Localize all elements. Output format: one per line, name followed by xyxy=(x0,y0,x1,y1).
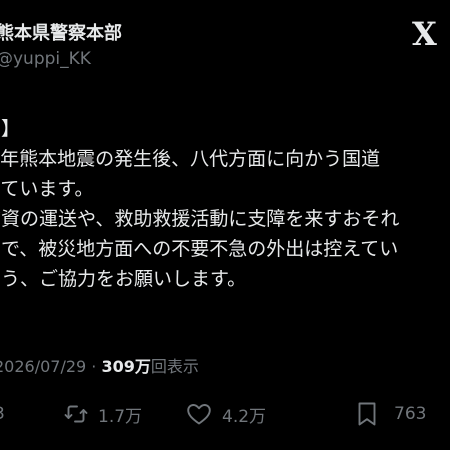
post-text-line: しています。 xyxy=(0,178,94,200)
like-count: 4.2万 xyxy=(222,406,267,427)
post-text: い】 3 年熊本地震の発生後、八代方面に向かう国道 しています。 物資の運送や、… xyxy=(0,114,450,294)
post-meta: 2026/07/29 · 309万回表示 xyxy=(0,353,199,377)
post-date[interactable]: 2026/07/29 · xyxy=(0,357,101,376)
repost-count: 1.7万 xyxy=(98,406,143,427)
action-bar: 3 1.7万 4.2万 763 xyxy=(0,398,450,430)
account-name[interactable]: 熊本県警察本部 xyxy=(0,19,122,45)
reply-button[interactable]: 3 xyxy=(0,398,5,430)
x-logo-icon: X xyxy=(412,15,437,53)
views-count: 309万 xyxy=(101,357,151,376)
post-text-line: 3 年熊本地震の発生後、八代方面に向かう国道 xyxy=(0,148,381,170)
reply-count: 3 xyxy=(0,404,5,424)
post-text-line: い】 xyxy=(0,118,21,140)
account-handle[interactable]: @yuppi_KK xyxy=(0,49,91,69)
repost-button[interactable]: 1.7万 xyxy=(64,398,142,430)
post-text-line: 物資の運送や、救助救援活動に支障を来すおそれ xyxy=(0,208,400,230)
post-text-line: よう、ご協力をお願いします。 xyxy=(0,268,247,290)
views-label: 回表示 xyxy=(150,357,199,376)
bookmark-button[interactable]: 763 xyxy=(356,398,426,430)
bookmark-count: 763 xyxy=(394,404,427,424)
like-icon xyxy=(186,402,212,426)
repost-icon xyxy=(64,402,88,426)
bookmark-icon xyxy=(356,401,378,427)
post-text-line: ので、被災地方面への不要不急の外出は控えてい xyxy=(0,238,399,260)
like-button[interactable]: 4.2万 xyxy=(186,398,266,430)
